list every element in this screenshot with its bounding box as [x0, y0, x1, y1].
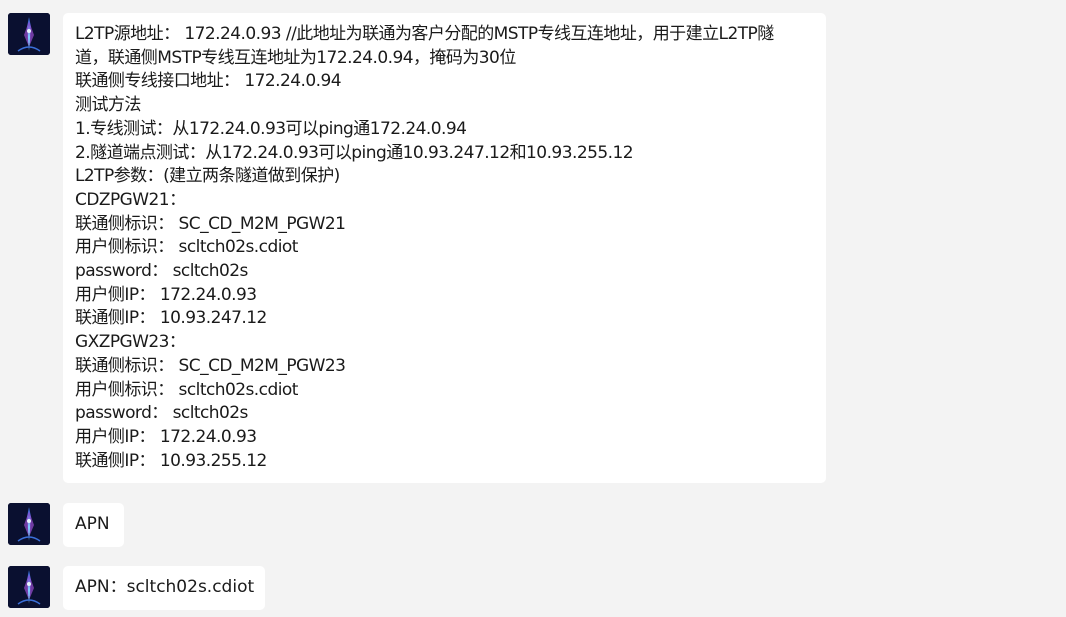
- message-line: L2TP参数：(建立两条隧道做到保护): [75, 166, 340, 187]
- message-line: password： scltch02s: [75, 261, 248, 282]
- message-line: 道，联通侧MSTP专线互连地址为172.24.0.94，掩码为30位: [75, 47, 516, 68]
- message-line: password： scltch02s: [75, 403, 248, 424]
- message-line: APN：scltch02s.cdiot: [75, 577, 255, 597]
- chat-message: APN: [0, 503, 1066, 547]
- chat-message: L2TP源地址： 172.24.0.93 //此地址为联通为客户分配的MSTP专…: [0, 13, 1066, 485]
- chat-message: APN：scltch02s.cdiot: [0, 566, 1066, 610]
- message-line: L2TP源地址： 172.24.0.93 //此地址为联通为客户分配的MSTP专…: [75, 24, 774, 44]
- message-line: 1.专线测试：从172.24.0.93可以ping通172.24.0.94: [75, 118, 467, 139]
- message-line: 联通侧IP： 10.93.247.12: [75, 308, 267, 329]
- message-line: 联通侧标识： SC_CD_M2M_PGW21: [75, 213, 346, 234]
- message-line: 用户侧标识： scltch02s.cdiot: [75, 379, 298, 400]
- chat-history: L2TP源地址： 172.24.0.93 //此地址为联通为客户分配的MSTP专…: [0, 0, 1066, 617]
- message-bubble[interactable]: L2TP源地址： 172.24.0.93 //此地址为联通为客户分配的MSTP专…: [63, 13, 826, 483]
- message-bubble[interactable]: APN: [63, 503, 124, 547]
- message-line: 用户侧IP： 172.24.0.93: [75, 426, 257, 447]
- sender-avatar[interactable]: [8, 566, 50, 608]
- message-line: APN: [75, 514, 110, 534]
- message-line: 联通侧专线接口地址： 172.24.0.94: [75, 71, 342, 92]
- sender-avatar[interactable]: [8, 13, 50, 55]
- sender-avatar[interactable]: [8, 503, 50, 545]
- avatar-image-icon: [8, 566, 50, 608]
- message-line: 测试方法: [75, 95, 141, 116]
- message-line: 用户侧标识： scltch02s.cdiot: [75, 237, 298, 258]
- message-line: 联通侧标识： SC_CD_M2M_PGW23: [75, 355, 346, 376]
- avatar-image-icon: [8, 13, 50, 55]
- message-bubble[interactable]: APN：scltch02s.cdiot: [63, 566, 265, 610]
- message-line: 联通侧IP： 10.93.255.12: [75, 450, 267, 471]
- message-line: CDZPGW21：: [75, 189, 186, 210]
- message-line: GXZPGW23：: [75, 332, 186, 353]
- message-line: 2.隧道端点测试：从172.24.0.93可以ping通10.93.247.12…: [75, 142, 634, 163]
- avatar-image-icon: [8, 503, 50, 545]
- message-line: 用户侧IP： 172.24.0.93: [75, 284, 257, 305]
